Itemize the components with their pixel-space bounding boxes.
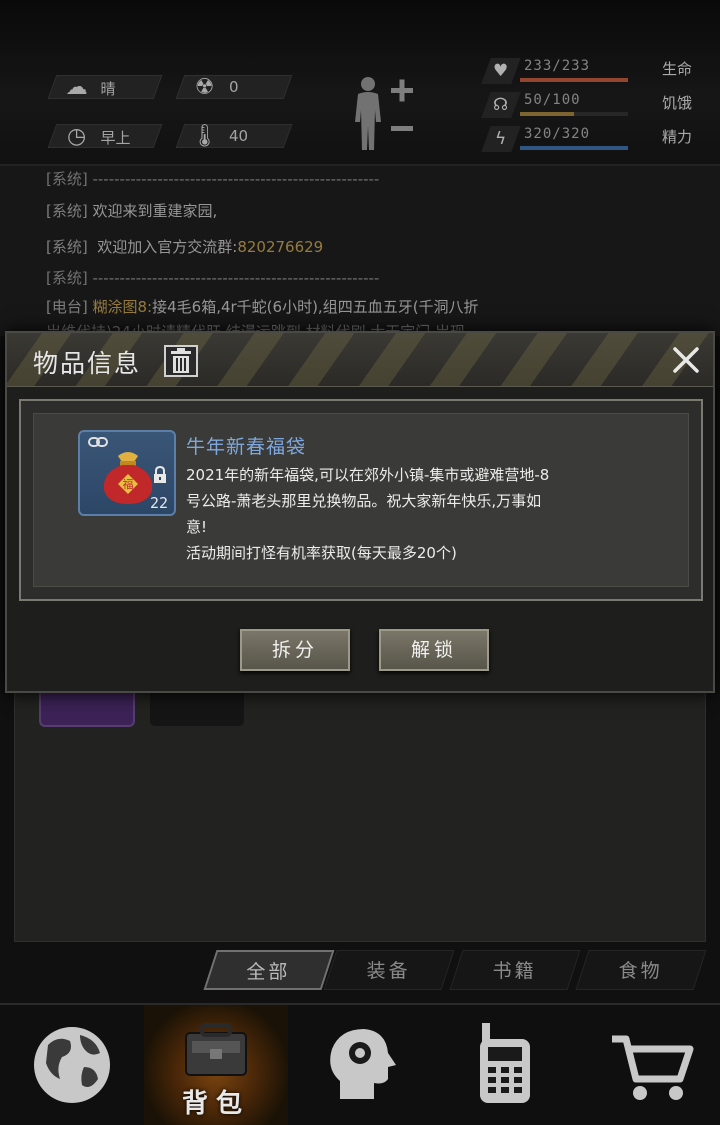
nav-map[interactable]	[0, 1005, 144, 1125]
item-name: 牛年新春福袋	[186, 436, 307, 458]
globe-icon	[34, 1027, 110, 1103]
walkie-talkie-icon	[480, 1023, 530, 1103]
head-gear-icon	[330, 1029, 396, 1099]
item-icon[interactable]: 福 22	[78, 430, 176, 516]
nav-backpack-label: 背包	[181, 1089, 250, 1119]
close-icon	[673, 347, 699, 373]
trash-button[interactable]	[164, 345, 198, 377]
nav-backpack[interactable]: 背包	[144, 1005, 288, 1125]
shopping-cart-icon	[612, 1035, 694, 1100]
nav-radio[interactable]	[432, 1005, 576, 1125]
nav-skills[interactable]	[288, 1005, 432, 1125]
item-info-modal: 物品信息 福 22 牛年新春福袋 2021年的新年福袋,可以在郊外小镇-集市或避…	[5, 331, 715, 693]
modal-title: 物品信息	[33, 349, 142, 378]
item-card: 福 22 牛年新春福袋 2021年的新年福袋,可以在郊外小镇-集市或避难营地-8…	[19, 399, 703, 601]
modal-header: 物品信息	[7, 333, 713, 387]
lock-icon	[154, 466, 166, 483]
nav-shop[interactable]	[576, 1005, 720, 1125]
svg-text:福: 福	[123, 477, 134, 491]
unlock-button[interactable]: 解锁	[379, 629, 489, 671]
bottom-nav: 背包	[0, 1003, 720, 1125]
item-description: 2021年的新年福袋,可以在郊外小镇-集市或避难营地-8 号公路-萧老头那里兑换…	[186, 466, 550, 562]
trash-icon	[171, 348, 191, 373]
split-button[interactable]: 拆分	[240, 629, 350, 671]
close-button[interactable]	[669, 343, 703, 377]
item-count: 22	[149, 494, 168, 512]
